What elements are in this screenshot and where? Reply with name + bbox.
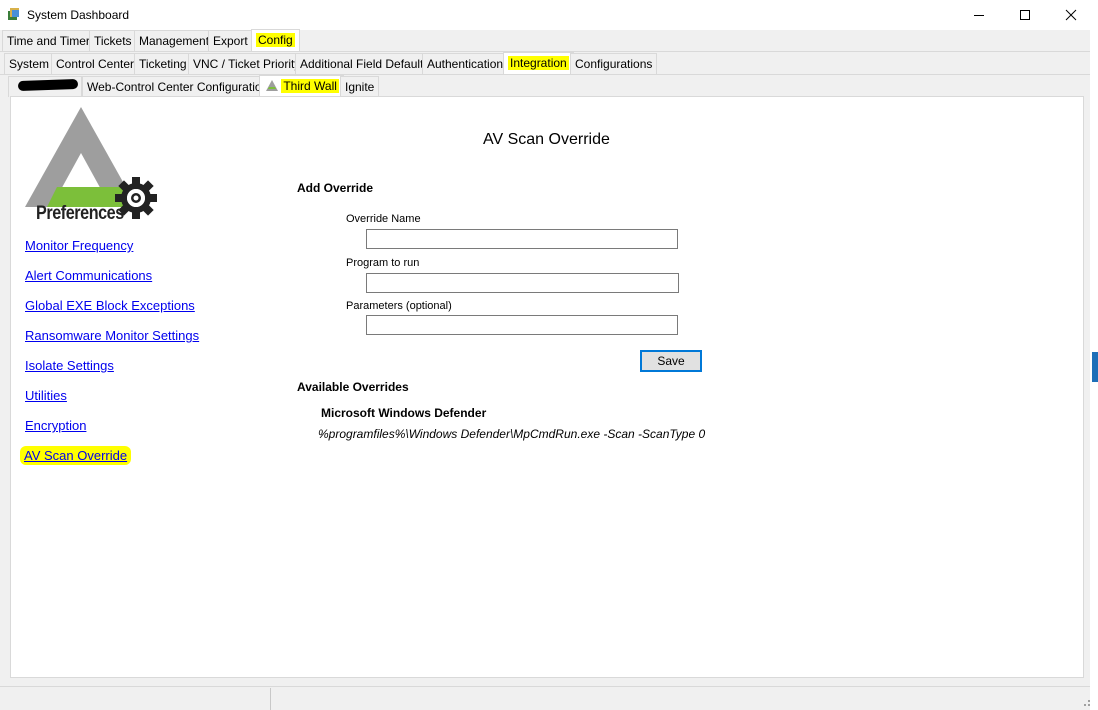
status-divider	[270, 688, 271, 710]
override-item-name: Microsoft Windows Defender	[321, 406, 487, 420]
program-to-run-label: Program to run	[346, 257, 420, 269]
nav-ransomware-monitor-settings[interactable]: Ransomware Monitor Settings	[25, 328, 199, 343]
minimize-button[interactable]	[956, 0, 1002, 30]
status-bar	[0, 686, 1098, 710]
tab-configurations[interactable]: Configurations	[570, 53, 658, 74]
tab-ticketing[interactable]: Ticketing	[134, 53, 192, 74]
program-to-run-input[interactable]	[366, 273, 679, 293]
close-icon	[1065, 9, 1077, 21]
available-overrides-heading: Available Overrides	[297, 380, 409, 394]
redaction-mark	[17, 78, 79, 92]
close-button[interactable]	[1048, 0, 1094, 30]
tab-integration[interactable]: Integration	[503, 52, 574, 74]
nav-av-scan-override[interactable]: AV Scan Override	[20, 446, 132, 465]
tab-web-control-center-configuration[interactable]: Web-Control Center Configuration	[82, 76, 274, 97]
tab-tickets[interactable]: Tickets	[89, 30, 137, 51]
parameters-label: Parameters (optional)	[346, 300, 452, 312]
tab-authentication[interactable]: Authentication	[422, 53, 509, 74]
parameters-input[interactable]	[366, 315, 678, 335]
nav-monitor-frequency[interactable]: Monitor Frequency	[25, 238, 133, 253]
tab-vnc-ticket-priority[interactable]: VNC / Ticket Priority	[188, 53, 306, 74]
nav-encryption[interactable]: Encryption	[25, 418, 86, 433]
tab-ignite[interactable]: Ignite	[340, 76, 380, 97]
background-window-accent	[1092, 352, 1098, 382]
nav-utilities[interactable]: Utilities	[25, 388, 67, 403]
window-title: System Dashboard	[27, 8, 130, 22]
override-name-label: Override Name	[346, 213, 421, 225]
tab-config[interactable]: Config	[251, 29, 300, 51]
nav-global-exe-block-exceptions[interactable]: Global EXE Block Exceptions	[25, 298, 195, 313]
override-item-command: %programfiles%\Windows Defender\MpCmdRun…	[318, 427, 706, 441]
app-icon	[8, 8, 19, 20]
tab-time-and-timers[interactable]: Time and Timers	[2, 30, 101, 51]
add-override-heading: Add Override	[297, 181, 374, 195]
nav-alert-communications[interactable]: Alert Communications	[25, 268, 152, 283]
logo-text: Preferences	[36, 203, 124, 224]
tab-control-center[interactable]: Control Center	[51, 53, 140, 74]
override-name-input[interactable]	[366, 229, 678, 249]
tab-row-divider	[0, 74, 1090, 75]
maximize-icon	[1020, 10, 1030, 20]
tab-system[interactable]: System	[4, 53, 55, 74]
title-bar[interactable]: System Dashboard	[0, 0, 1098, 30]
third-wall-logo-icon	[266, 80, 278, 91]
tab-management[interactable]: Management	[134, 30, 215, 51]
nav-isolate-settings[interactable]: Isolate Settings	[25, 358, 114, 373]
page-title: AV Scan Override	[483, 131, 610, 148]
tab-export[interactable]: Export	[208, 30, 253, 51]
content-panel: Preferences Monitor Frequency Alert Comm…	[10, 96, 1084, 678]
tab-third-wall[interactable]: Third Wall	[259, 75, 344, 97]
maximize-button[interactable]	[1002, 0, 1048, 30]
minimize-icon	[974, 15, 984, 16]
save-button[interactable]: Save	[640, 350, 702, 372]
app-window: System Dashboard Time and Timers Tickets…	[0, 0, 1098, 710]
tab-additional-field-defaults[interactable]: Additional Field Defaults	[295, 53, 435, 74]
